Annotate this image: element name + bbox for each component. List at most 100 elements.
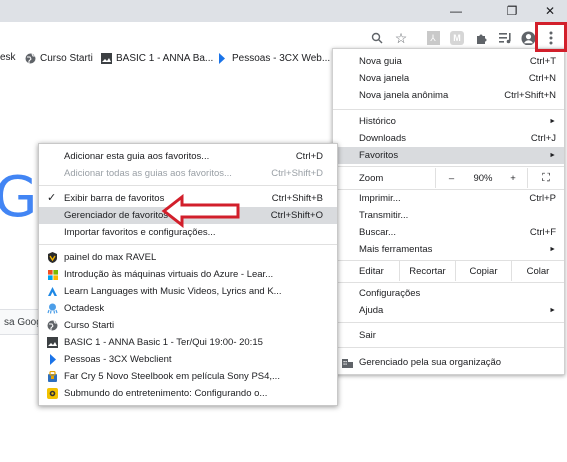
image-icon <box>47 337 58 348</box>
copy-button[interactable]: Copiar <box>455 261 511 281</box>
edit-label: Editar <box>359 265 384 277</box>
building-icon <box>342 357 353 371</box>
menu-item-label: Gerenciado pela sua organização <box>359 357 502 368</box>
check-icon: ✓ <box>47 192 57 204</box>
menu-item-cast[interactable]: Transmitir... <box>333 207 564 224</box>
menu-item-label: Curso Starti <box>64 320 115 331</box>
menu-item-label: Adicionar todas as guias aos favoritos..… <box>64 168 232 179</box>
menu-item-new-window[interactable]: Nova janela Ctrl+N <box>333 70 564 87</box>
menu-item-new-tab[interactable]: Nova guia Ctrl+T <box>333 53 564 70</box>
menu-shortcut: Ctrl+F <box>529 227 556 238</box>
menu-item-exit[interactable]: Sair <box>333 327 564 344</box>
menu-shortcut: Ctrl+Shift+B <box>271 193 323 204</box>
menu-item-label: Histórico <box>359 116 396 127</box>
image-icon <box>100 52 112 64</box>
menu-item-label: Mais ferramentas <box>359 244 433 255</box>
bookmark-item[interactable]: Octadesk <box>39 300 337 317</box>
bookmark-item[interactable]: Curso Starti <box>24 52 93 64</box>
menu-item-label: Transmitir... <box>359 210 409 221</box>
bag-icon <box>47 371 58 382</box>
menu-shortcut: Ctrl+Shift+O <box>270 210 323 221</box>
annotation-highlight-box <box>535 22 567 52</box>
menu-divider <box>333 347 564 348</box>
bookmarks-submenu: Adicionar esta guia aos favoritos... Ctr… <box>38 143 338 406</box>
bookmark-label: esk <box>0 52 16 63</box>
managed-by-organization[interactable]: Gerenciado pela sua organização <box>333 354 564 371</box>
menu-divider <box>39 244 337 245</box>
bookmark-item[interactable]: Pessoas - 3CX Web... <box>216 52 330 64</box>
menu-divider <box>333 322 564 323</box>
close-button[interactable]: ✕ <box>535 0 565 22</box>
menu-divider <box>333 109 564 110</box>
menu-shortcut: Ctrl+D <box>295 151 323 162</box>
menu-item-label: Pessoas - 3CX Webclient <box>64 354 172 365</box>
menu-item-help[interactable]: Ajuda ► <box>333 302 564 319</box>
menu-item-print[interactable]: Imprimir... Ctrl+P <box>333 190 564 207</box>
bookmark-item[interactable]: esk <box>0 52 16 63</box>
menu-item-downloads[interactable]: Downloads Ctrl+J <box>333 130 564 147</box>
bookmark-item[interactable]: BASIC 1 - ANNA Ba... <box>100 52 213 64</box>
globe-icon <box>47 320 58 331</box>
menu-item-label: painel do max RAVEL <box>64 252 157 263</box>
chevron-blue-icon <box>216 52 228 64</box>
bookmark-label: Pessoas - 3CX Web... <box>232 52 331 64</box>
paste-button[interactable]: Colar <box>511 261 564 281</box>
shield-icon <box>47 252 58 263</box>
bookmark-item[interactable]: Submundo do entretenimento: Configurando… <box>39 385 337 402</box>
menu-item-label: Sair <box>359 330 376 341</box>
bookmark-item[interactable]: Curso Starti <box>39 317 337 334</box>
microsoft-icon <box>47 269 58 280</box>
maximize-button[interactable]: ❐ <box>497 0 527 22</box>
fullscreen-icon[interactable]: ⛶ <box>527 168 564 188</box>
bookmark-item[interactable]: Introdução às máquinas virtuais do Azure… <box>39 266 337 283</box>
menu-item-label: Far Cry 5 Novo Steelbook em película Son… <box>64 371 280 382</box>
zoom-out-button[interactable]: – <box>435 168 467 188</box>
zoom-in-button[interactable]: + <box>499 173 527 184</box>
chrome-main-menu: Nova guia Ctrl+T Nova janela Ctrl+N Nova… <box>332 48 565 375</box>
edit-row: Editar Recortar Copiar Colar <box>333 261 564 281</box>
submenu-arrow-icon: ► <box>549 118 556 125</box>
menu-item-label: Ajuda <box>359 305 384 316</box>
menu-item-bookmarks[interactable]: Favoritos ► <box>333 147 564 164</box>
menu-shortcut: Ctrl+T <box>529 56 556 67</box>
menu-item-label: Nova janela <box>359 73 410 84</box>
game-icon <box>47 388 58 399</box>
menu-shortcut: Ctrl+N <box>528 73 556 84</box>
bookmark-label: Curso Starti <box>40 52 93 64</box>
menu-item-label: Buscar... <box>359 227 396 238</box>
submenu-arrow-icon: ► <box>549 307 556 314</box>
menu-item-history[interactable]: Histórico ► <box>333 113 564 130</box>
menu-divider <box>39 185 337 186</box>
menu-item-label: Octadesk <box>64 303 105 314</box>
chevron-blue-icon <box>47 354 58 365</box>
menu-item-label: Downloads <box>359 133 406 144</box>
menu-item-label: Submundo do entretenimento: Configurando… <box>64 388 268 399</box>
octopus-icon <box>47 303 58 314</box>
add-tab-to-bookmarks[interactable]: Adicionar esta guia aos favoritos... Ctr… <box>39 148 337 165</box>
menu-item-find[interactable]: Buscar... Ctrl+F <box>333 224 564 241</box>
zoom-label: Zoom <box>359 172 384 184</box>
menu-item-incognito-window[interactable]: Nova janela anônima Ctrl+Shift+N <box>333 87 564 104</box>
bookmark-item[interactable]: BASIC 1 - ANNA Basic 1 - Ter/Qui 19:00- … <box>39 334 337 351</box>
menu-item-label: Gerenciador de favoritos <box>64 210 169 221</box>
menu-shortcut: Ctrl+P <box>529 193 556 204</box>
menu-item-label: BASIC 1 - ANNA Basic 1 - Ter/Qui 19:00- … <box>64 337 263 348</box>
menu-divider <box>333 166 564 167</box>
bookmark-item[interactable]: Learn Languages with Music Videos, Lyric… <box>39 283 337 300</box>
globe-icon <box>24 52 36 64</box>
bookmark-item[interactable]: Far Cry 5 Novo Steelbook em película Son… <box>39 368 337 385</box>
minimize-button[interactable]: — <box>441 0 471 22</box>
menu-item-label: Configurações <box>359 288 421 299</box>
title-bar: — ❐ ✕ <box>0 0 567 22</box>
menu-item-label: Imprimir... <box>359 193 401 204</box>
cut-button[interactable]: Recortar <box>399 261 455 281</box>
annotation-arrow <box>161 194 240 228</box>
bookmark-item[interactable]: Pessoas - 3CX Webclient <box>39 351 337 368</box>
menu-item-settings[interactable]: Configurações <box>333 285 564 302</box>
menu-item-label: Nova janela anônima <box>359 90 449 101</box>
menu-item-label: Learn Languages with Music Videos, Lyric… <box>64 286 282 297</box>
menu-item-more-tools[interactable]: Mais ferramentas ► <box>333 241 564 258</box>
bookmark-item[interactable]: painel do max RAVEL <box>39 249 337 266</box>
menu-shortcut: Ctrl+Shift+N <box>504 90 556 101</box>
menu-item-label: Adicionar esta guia aos favoritos... <box>64 151 210 162</box>
